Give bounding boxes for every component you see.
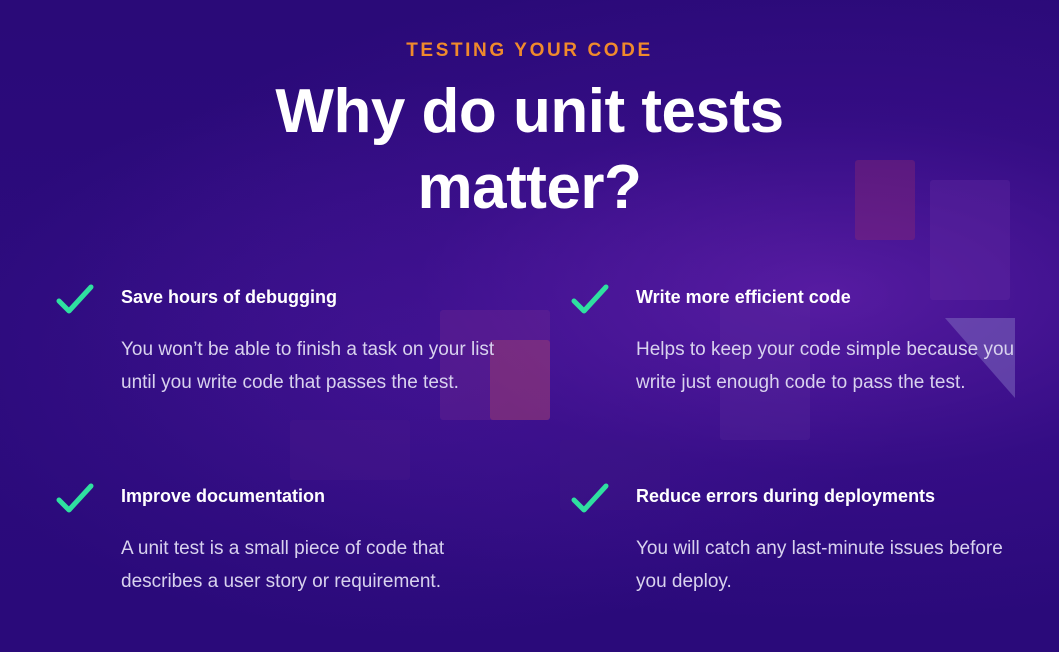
- page-title: Why do unit tests matter?: [0, 74, 1059, 226]
- feature-description: Helps to keep your code simple because y…: [636, 339, 1015, 393]
- slide: TESTING YOUR CODE Why do unit tests matt…: [0, 0, 1059, 652]
- feature-description: You will catch any last-minute issues be…: [636, 538, 1003, 592]
- feature-title: Save hours of debugging: [121, 287, 338, 307]
- background-collage-tile: [290, 420, 410, 480]
- feature-title: Reduce errors during deployments: [636, 486, 936, 506]
- section-eyebrow: TESTING YOUR CODE: [406, 40, 653, 61]
- check-icon: [56, 284, 94, 314]
- page-title-line-1: Why do unit tests: [275, 77, 784, 146]
- check-icon: [571, 483, 609, 513]
- feature-description: A unit test is a small piece of code tha…: [121, 538, 445, 592]
- check-icon: [56, 483, 94, 513]
- page-title-line-2: matter?: [417, 153, 642, 222]
- feature-description: You won’t be able to finish a task on yo…: [121, 339, 495, 393]
- check-icon: [571, 284, 609, 314]
- feature-title: Write more efficient code: [636, 287, 851, 307]
- feature-title: Improve documentation: [121, 486, 326, 506]
